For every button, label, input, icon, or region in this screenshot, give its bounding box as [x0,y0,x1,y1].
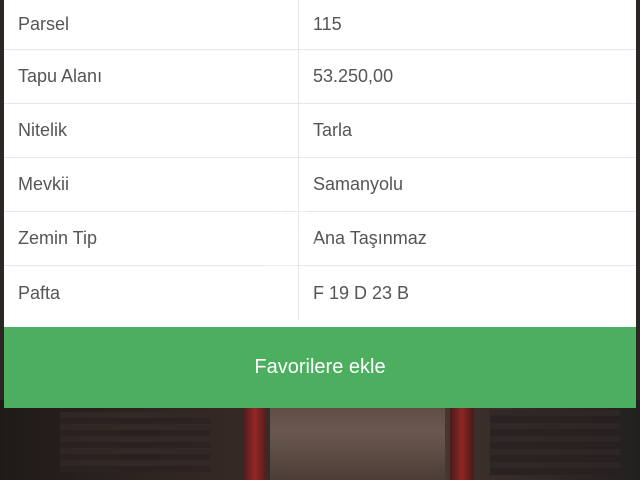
table-row-parsel: Parsel 115 [4,0,636,50]
row-label: Nitelik [4,104,299,157]
photo-center-panel [270,400,445,480]
row-value: Ana Taşınmaz [313,228,427,248]
photo-red-stripe-left [244,400,266,480]
property-info-table: Parsel 115 Tapu Alanı 53.250,00 Nitelik … [4,0,636,320]
row-value: F 19 D 23 B [313,282,410,303]
row-value: 115 [313,14,342,34]
add-to-favorites-button[interactable]: Favorilere ekle [4,327,636,408]
row-label: Parsel [4,0,299,49]
row-label: Zemin Tip [4,212,299,265]
property-details-sheet: Parsel 115 Tapu Alanı 53.250,00 Nitelik … [4,0,636,408]
background-photo [0,400,640,480]
table-row-mevkii: Mevkii Samanyolu [4,158,636,212]
row-label: Mevkii [4,158,299,211]
row-value: Tarla [313,120,353,140]
table-row-zemin-tip: Zemin Tip Ana Taşınmaz [4,212,636,266]
table-row-tapu-alani: Tapu Alanı 53.250,00 [4,50,636,104]
row-label: Pafta [4,266,299,320]
table-row-pafta: Pafta F 19 D 23 B [4,266,636,320]
row-value: Samanyolu [313,174,404,194]
photo-wood-left [60,412,210,472]
row-label: Tapu Alanı [4,50,299,103]
photo-wood-right [490,410,620,475]
photo-red-stripe-right [450,400,474,480]
add-to-favorites-label: Favorilere ekle [254,356,386,378]
row-value: 53.250,00 [313,66,394,86]
table-row-nitelik: Nitelik Tarla [4,104,636,158]
